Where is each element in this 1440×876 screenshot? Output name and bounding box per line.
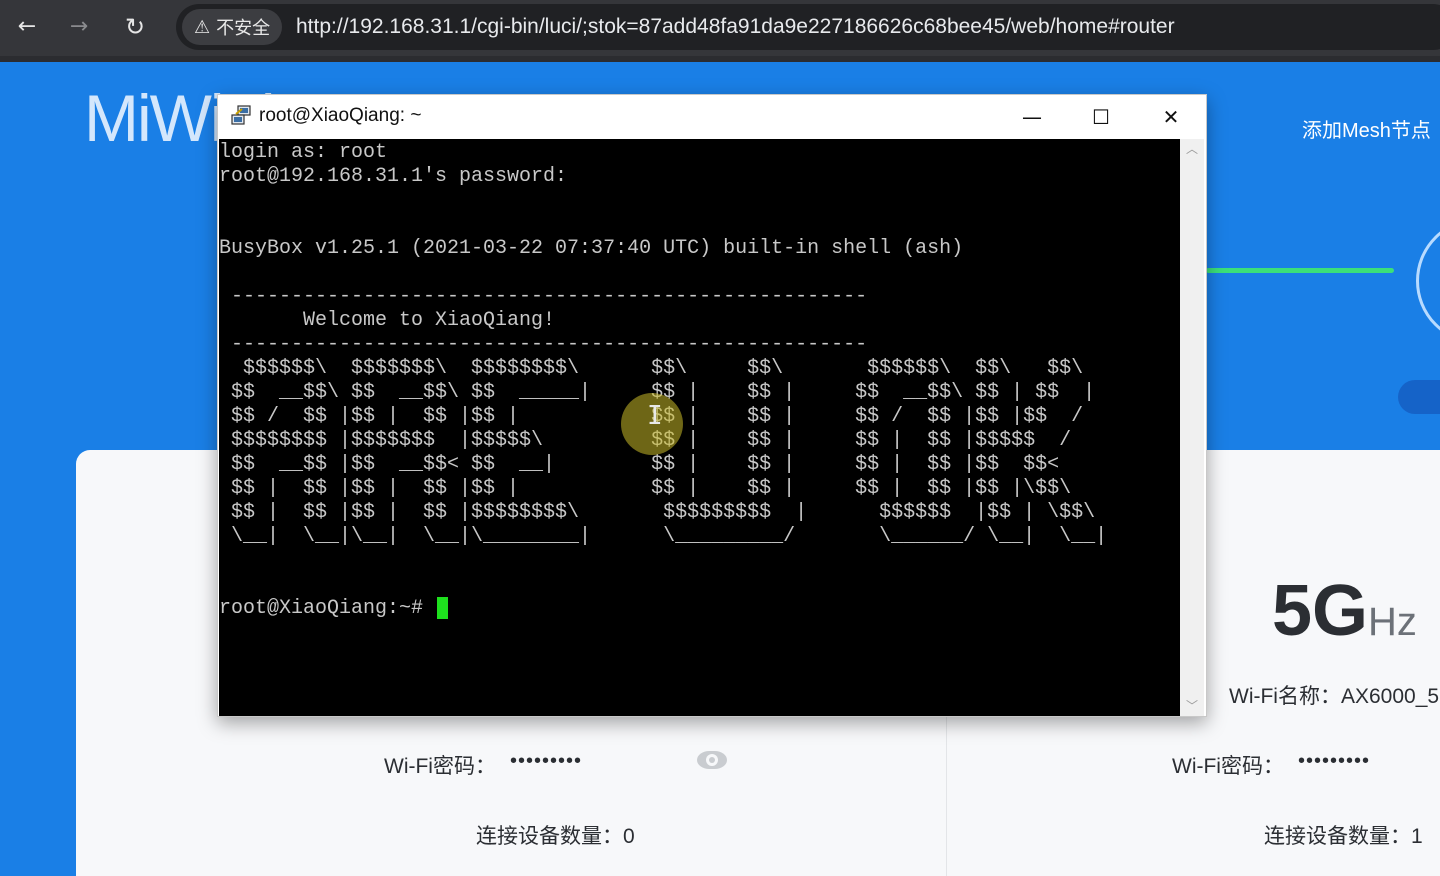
security-label: 不安全: [216, 18, 271, 38]
reload-icon[interactable]: ↻: [118, 10, 152, 44]
terminal-caret: [437, 597, 448, 619]
connected-devices-5g: 连接设备数量：1: [1264, 825, 1423, 848]
wifi-name-5g: Wi-Fi名称：AX6000_5: [1229, 685, 1440, 708]
wifi-password-label-2g: Wi-Fi密码：: [384, 755, 496, 778]
forward-arrow-icon[interactable]: →: [62, 10, 96, 44]
terminal-title-bar[interactable]: root@XiaoQiang: ~ — ☐ ✕: [218, 95, 1206, 138]
wifi-password-value-2g: •••••••••: [510, 750, 583, 772]
connection-line: [1206, 268, 1394, 273]
card-divider: [946, 700, 947, 876]
wifi-password-value-5g: •••••••••: [1298, 750, 1371, 772]
status-pill[interactable]: [1398, 380, 1440, 414]
band-5g-title: 5GHz: [1272, 570, 1417, 652]
address-bar[interactable]: ⚠ 不安全 http://192.168.31.1/cgi-bin/luci/;…: [176, 4, 1440, 50]
browser-toolbar: ← → ↻ ⚠ 不安全 http://192.168.31.1/cgi-bin/…: [0, 0, 1440, 62]
minimize-button[interactable]: —: [1009, 99, 1055, 135]
router-status-ring: [1416, 218, 1440, 344]
putty-icon: [231, 105, 251, 125]
eye-icon[interactable]: [697, 751, 727, 769]
terminal-scrollbar[interactable]: ︿ ﹀: [1180, 139, 1204, 716]
wifi-password-label-5g: Wi-Fi密码：: [1172, 755, 1284, 778]
add-mesh-node-link[interactable]: 添加Mesh节点: [1302, 114, 1431, 143]
connected-devices-2g: 连接设备数量：0: [476, 825, 635, 848]
back-arrow-icon[interactable]: ←: [10, 10, 44, 44]
close-button[interactable]: ✕: [1148, 99, 1194, 135]
url-text[interactable]: http://192.168.31.1/cgi-bin/luci/;stok=8…: [296, 4, 1175, 50]
maximize-button[interactable]: ☐: [1078, 99, 1124, 135]
band-5g-unit: Hz: [1368, 600, 1417, 644]
text-cursor-icon: I: [647, 401, 663, 431]
band-5g-big: 5G: [1272, 571, 1369, 651]
scroll-down-icon[interactable]: ﹀: [1180, 696, 1204, 716]
scroll-up-icon[interactable]: ︿: [1180, 139, 1204, 159]
putty-terminal-window[interactable]: root@XiaoQiang: ~ — ☐ ✕ login as: root r…: [217, 94, 1207, 717]
security-chip[interactable]: ⚠ 不安全: [182, 9, 283, 45]
terminal-text: login as: root root@192.168.31.1's passw…: [219, 141, 1108, 620]
terminal-title: root@XiaoQiang: ~: [259, 105, 422, 126]
warning-triangle-icon: ⚠: [194, 16, 211, 38]
terminal-output[interactable]: login as: root root@192.168.31.1's passw…: [219, 139, 1180, 716]
